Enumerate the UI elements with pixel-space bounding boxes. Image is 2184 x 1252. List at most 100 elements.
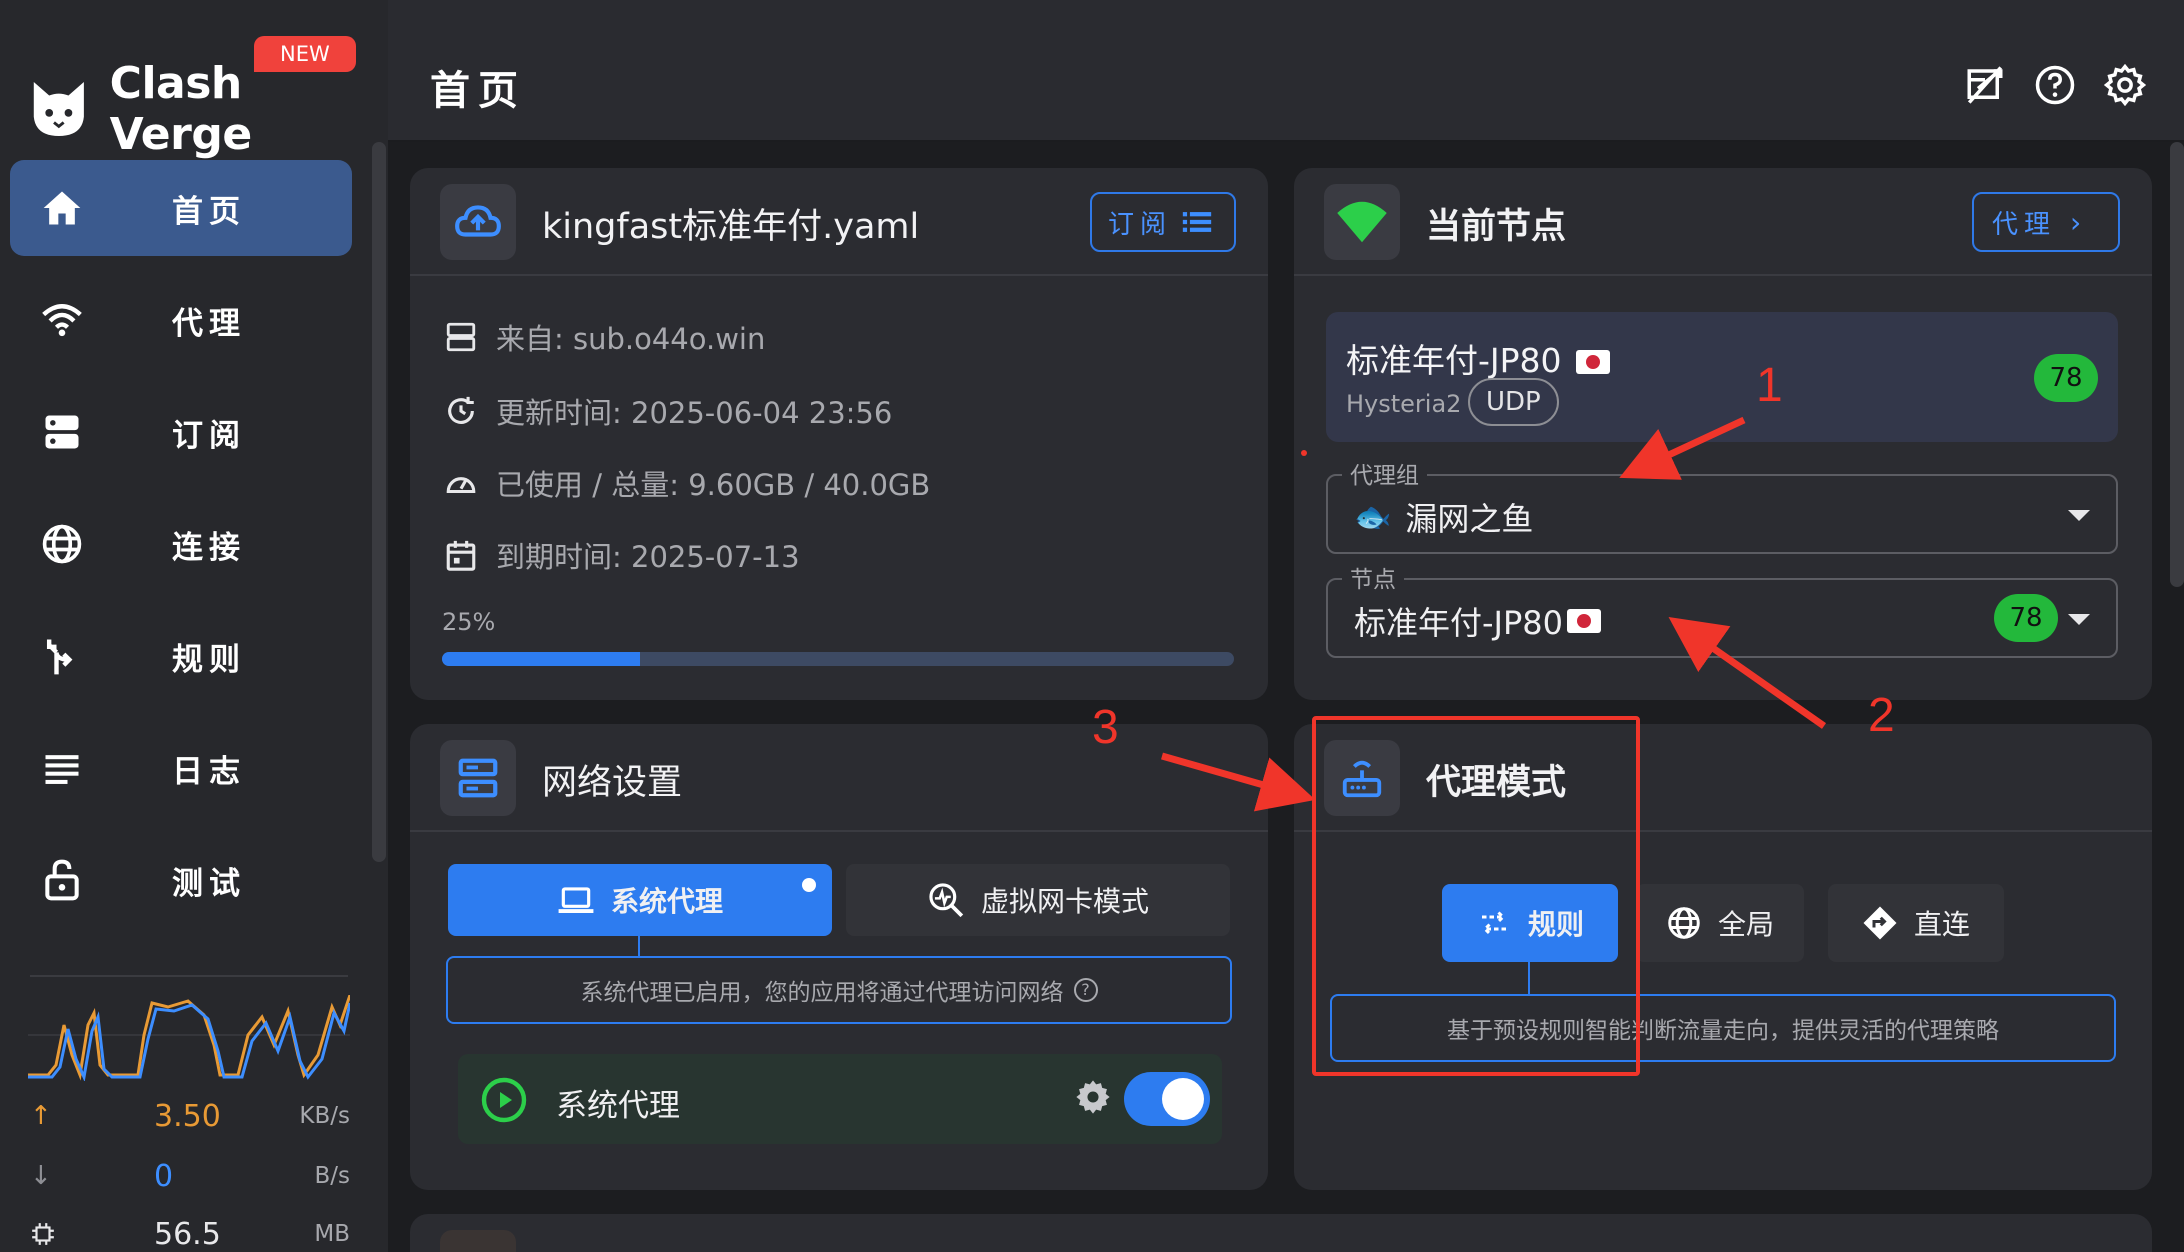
system-proxy-row: 系统代理	[458, 1054, 1222, 1144]
memory-unit: MB	[314, 1221, 350, 1247]
network-settings-title: 网络设置	[542, 763, 683, 803]
node-select-latency: 78	[1994, 594, 2058, 642]
wifi-icon	[42, 304, 82, 337]
subscription-expire-row: 到期时间: 2025-07-13	[444, 534, 800, 576]
current-node-info: 标准年付-JP80 Hysteria2 UDP 78	[1326, 312, 2118, 442]
sidebar-item-label: 连接	[172, 529, 246, 566]
upload-stat: ↑ 3.50 KB/s	[30, 1096, 350, 1136]
node-value: 标准年付-JP80	[1354, 598, 1602, 644]
subscription-source: 来自: sub.o44o.win	[496, 322, 766, 356]
network-settings-card: 网络设置 系统代理 虚拟网卡模式 系统代理已启用，您的应用将通过代理访问网络 ?…	[410, 724, 1268, 1190]
sidebar-item-logs[interactable]: 日志	[10, 720, 352, 816]
chip-icon	[32, 1223, 54, 1245]
globe-icon	[42, 524, 82, 564]
download-stat: ↓ 0 B/s	[30, 1156, 350, 1196]
current-node-title: 当前节点	[1426, 207, 1567, 247]
network-settings-header: 网络设置	[410, 724, 1268, 832]
bottom-card	[410, 1214, 2152, 1252]
sidebar-item-proxy[interactable]: 代理	[10, 272, 352, 368]
proxy-group-label: 代理组	[1342, 456, 1427, 490]
sidebar-divider	[30, 975, 348, 977]
node-select[interactable]: 节点 标准年付-JP80 78	[1326, 560, 2118, 658]
node-latency-badge: 78	[2034, 354, 2098, 402]
tab-connector-line	[638, 936, 640, 956]
sidebar-item-subscriptions[interactable]: 订阅	[10, 384, 352, 480]
app-logo: Clash Verge	[28, 58, 388, 160]
usage-progress-fill	[442, 652, 640, 666]
sidebar-item-home[interactable]: 首页	[10, 160, 352, 256]
chevron-down-icon	[2068, 510, 2090, 521]
subscription-usage: 已使用 / 总量: 9.60GB / 40.0GB	[496, 468, 931, 502]
upload-speed: 3.50	[154, 1098, 221, 1134]
home-icon	[43, 191, 81, 225]
go-proxies-label: 代理	[1992, 209, 2057, 240]
subscription-updated-row: 更新时间: 2025-06-04 23:56	[444, 390, 892, 432]
bottom-card-icon	[440, 1230, 516, 1252]
node-label: 节点	[1342, 560, 1404, 594]
go-proxies-button[interactable]: 代理 ›	[1972, 192, 2120, 252]
fish-icon: 🐟	[1354, 499, 1392, 535]
calendar-icon	[446, 540, 476, 571]
sidebar-item-label: 测试	[172, 865, 246, 902]
memory-usage: 56.5	[154, 1216, 221, 1252]
active-dot	[802, 878, 816, 892]
tab-tun-mode[interactable]: 虚拟网卡模式	[846, 864, 1230, 936]
network-search-icon	[929, 883, 964, 918]
mode-global-button[interactable]: 全局	[1636, 884, 1804, 962]
sidebar-item-label: 首页	[172, 193, 246, 230]
help-icon[interactable]	[2034, 64, 2076, 106]
gear-icon[interactable]	[1074, 1078, 1112, 1116]
speedometer-icon	[446, 477, 476, 494]
laptop-icon	[558, 887, 594, 913]
sidebar-item-test[interactable]: 测试	[10, 832, 352, 928]
system-proxy-toggle[interactable]	[1124, 1072, 1210, 1126]
refresh-clock-icon	[448, 396, 474, 424]
annotation-number-2: 2	[1868, 689, 1895, 742]
subscriptions-button[interactable]: 订阅	[1090, 192, 1236, 252]
sidebar-item-label: 规则	[172, 641, 246, 678]
list-icon	[1182, 212, 1212, 232]
current-node-card: 当前节点 代理 › 标准年付-JP80 Hysteria2 UDP 78 代理组…	[1294, 168, 2152, 700]
subscriptions-button-label: 订阅	[1108, 209, 1173, 240]
proxy-group-value: 🐟 漏网之鱼	[1354, 499, 1534, 539]
tab-system-proxy-label: 系统代理	[610, 885, 723, 918]
list-icon	[45, 755, 79, 784]
app-name: Clash Verge	[109, 58, 253, 160]
help-circle-icon[interactable]: ?	[1073, 978, 1098, 1002]
mode-direct-label: 直连	[1913, 908, 1970, 941]
annotation-number-3: 3	[1092, 701, 1119, 754]
mode-direct-button[interactable]: 直连	[1828, 884, 2004, 962]
download-speed: 0	[154, 1158, 174, 1194]
lock-icon	[45, 859, 79, 901]
main-scrollbar[interactable]	[2170, 142, 2184, 587]
sidebar-item-label: 代理	[172, 305, 246, 342]
cloud-upload-icon	[440, 184, 516, 260]
current-node-name: 标准年付-JP80	[1346, 334, 1611, 382]
subscription-title: kingfast标准年付.yaml	[542, 207, 920, 247]
page-title: 首页	[430, 68, 526, 114]
network-hint: 系统代理已启用，您的应用将通过代理访问网络 ?	[446, 956, 1232, 1024]
direction-sign-icon	[1863, 906, 1897, 940]
sidebar-item-label: 日志	[172, 753, 246, 790]
current-node-header: 当前节点 代理 ›	[1294, 168, 2152, 276]
proxy-group-select[interactable]: 代理组 🐟 漏网之鱼	[1326, 456, 2118, 554]
node-protocol: Hysteria2	[1346, 390, 1462, 418]
subscription-expire: 到期时间: 2025-07-13	[496, 540, 800, 574]
annotation-highlight-box	[1312, 716, 1640, 1076]
settings-icon[interactable]	[2103, 63, 2147, 107]
sidebar-scrollbar[interactable]	[372, 142, 386, 862]
tray-icon[interactable]	[1964, 64, 2006, 106]
sidebar-item-connections[interactable]: 连接	[10, 496, 352, 592]
japan-flag-icon	[1576, 350, 1611, 374]
upload-unit: KB/s	[299, 1103, 350, 1129]
download-arrow-icon: ↓	[30, 1161, 52, 1191]
chevron-down-icon	[2068, 614, 2090, 625]
subscription-updated: 更新时间: 2025-06-04 23:56	[496, 396, 893, 430]
annotation-number-1: 1	[1756, 359, 1783, 412]
usage-percent: 25%	[442, 608, 496, 636]
chevron-right-icon: ›	[2070, 205, 2088, 239]
tab-system-proxy[interactable]: 系统代理	[448, 864, 832, 936]
memory-stat: 56.5 MB	[30, 1214, 350, 1252]
sidebar-item-rules[interactable]: 规则	[10, 608, 352, 704]
udp-badge: UDP	[1468, 378, 1559, 426]
